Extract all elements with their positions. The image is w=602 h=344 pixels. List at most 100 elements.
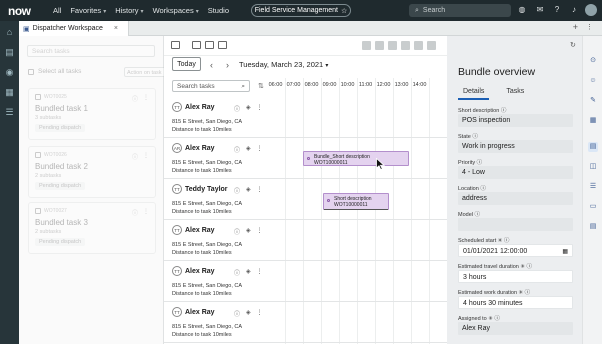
location-icon[interactable]: ◈ [246, 186, 251, 195]
tool-icon[interactable] [427, 41, 436, 50]
tab-details[interactable]: Details [458, 87, 490, 100]
info-icon[interactable]: ⓘ [234, 227, 240, 236]
menu-icon[interactable]: ⋮ [257, 104, 263, 113]
location-icon[interactable]: ◈ [246, 227, 251, 236]
menu-icon[interactable]: ⋮ [257, 227, 263, 236]
assigned-to-field[interactable]: Alex Ray [458, 322, 573, 335]
attachment-icon[interactable]: ✎ [588, 96, 598, 106]
list-icon[interactable]: ☰ [588, 182, 598, 192]
view-split-icon[interactable] [205, 41, 214, 49]
more-icon[interactable]: ⋮ [586, 23, 593, 31]
work-duration-field[interactable]: 4 hours 30 minutes [458, 296, 573, 309]
task-checkbox[interactable] [35, 152, 41, 158]
info-icon[interactable]: ⓘ [234, 145, 240, 154]
nav-all[interactable]: All [53, 6, 61, 15]
view-day-icon[interactable] [192, 41, 201, 49]
menu-icon[interactable]: ⋮ [143, 208, 149, 217]
now-logo[interactable]: now [8, 4, 44, 18]
info-icon[interactable]: ⓘ [234, 268, 240, 277]
technician-row[interactable]: TT Teddy Taylor ⓘ ◈ ⋮ 815 E Street, San Di… [164, 180, 447, 220]
toggle-sidebar-icon[interactable] [171, 41, 180, 49]
next-day-icon[interactable]: › [226, 60, 229, 70]
app-name-pill[interactable]: Field Service Management ☆ [251, 4, 351, 17]
map-icon[interactable]: ▦ [4, 87, 15, 98]
view-list-icon[interactable] [218, 41, 227, 49]
info-icon[interactable]: ⓘ [132, 94, 138, 103]
list-icon[interactable]: ☰ [4, 107, 15, 118]
info-icon[interactable]: ⓘ [234, 309, 240, 318]
info-icon[interactable]: ⓘ [132, 152, 138, 161]
technician-row[interactable]: TT Alex Ray ⓘ ◈ ⋮ 815 E Street, San Diego,… [164, 98, 447, 138]
inbox-icon[interactable]: ▤ [4, 47, 15, 58]
tasks-icon[interactable]: ▭ [588, 202, 598, 212]
tool-icon[interactable] [362, 41, 371, 50]
menu-icon[interactable]: ⋮ [143, 152, 149, 161]
tool-icon[interactable] [414, 41, 423, 50]
bundled-task-card[interactable]: WOT0026 ⓘ ⋮ Bundled task 2 2 subtasks Pen… [28, 146, 156, 198]
technician-row[interactable]: TT Alex Ray ⓘ ◈ ⋮ 815 E Street, San Diego,… [164, 262, 447, 302]
tool-icon[interactable] [388, 41, 397, 50]
dispatch-icon[interactable]: ◉ [4, 67, 15, 78]
info-icon[interactable]: ⓘ [234, 104, 240, 113]
technician-name[interactable]: Alex Ray [185, 145, 215, 152]
inventory-icon[interactable]: ◫ [588, 162, 598, 172]
location-icon[interactable]: ◈ [246, 104, 251, 113]
today-button[interactable]: Today [172, 57, 201, 71]
location-field[interactable]: address [458, 192, 573, 205]
short-description-field[interactable]: POS inspection [458, 114, 573, 127]
add-tab-icon[interactable]: + [573, 22, 578, 32]
nav-history[interactable]: History ▾ [115, 6, 143, 15]
task-checkbox[interactable] [35, 94, 41, 100]
calendar-icon[interactable]: ▦ [562, 248, 568, 255]
globe-icon[interactable]: ◍ [517, 5, 527, 15]
tool-icon[interactable] [401, 41, 410, 50]
task-appointment[interactable]: Short description WOT10000011 [323, 193, 389, 210]
notes-icon[interactable]: ▤ [588, 222, 598, 232]
priority-field[interactable]: 4 - Low [458, 166, 573, 179]
menu-icon[interactable]: ⋮ [257, 309, 263, 318]
bundled-task-card[interactable]: WOT0027 ⓘ ⋮ Bundled task 3 2 subtasks Pen… [28, 202, 156, 254]
technician-name[interactable]: Alex Ray [185, 268, 215, 275]
select-all-tasks[interactable]: Select all tasks [28, 68, 81, 75]
technician-row[interactable]: TT Alex Ray ⓘ ◈ ⋮ 815 E Street, San Diego,… [164, 303, 447, 343]
map-pin-icon[interactable]: ⊙ [588, 56, 598, 66]
details-icon[interactable]: ▤ [588, 142, 598, 152]
location-icon[interactable]: ◈ [246, 268, 251, 277]
menu-icon[interactable]: ⋮ [257, 268, 263, 277]
menu-icon[interactable]: ⋮ [257, 186, 263, 195]
select-all-checkbox[interactable] [28, 68, 34, 75]
tab-dispatcher-workspace[interactable]: ▣ Dispatcher Workspace × [19, 21, 129, 36]
tool-icon[interactable] [375, 41, 384, 50]
model-field[interactable] [458, 218, 573, 231]
task-search-input[interactable]: Search tasks [27, 45, 155, 57]
close-icon[interactable]: × [114, 25, 118, 32]
travel-duration-field[interactable]: 3 hours [458, 270, 573, 283]
location-icon[interactable]: ◈ [246, 309, 251, 318]
task-checkbox[interactable] [35, 208, 41, 214]
global-search[interactable]: ⌕ Search [409, 4, 511, 17]
bundled-task-card[interactable]: WOT0025 ⓘ ⋮ Bundled task 1 3 subtasks Pen… [28, 88, 156, 140]
star-icon[interactable]: ☆ [341, 7, 347, 15]
technician-name[interactable]: Alex Ray [185, 104, 215, 111]
prev-day-icon[interactable]: ‹ [210, 60, 213, 70]
refresh-icon[interactable]: ↻ [570, 41, 576, 49]
state-field[interactable]: Work in progress [458, 140, 573, 153]
scheduled-start-field[interactable]: 01/01/2021 12:00:00 ▦ [458, 244, 573, 257]
nav-studio[interactable]: Studio [208, 6, 229, 15]
home-icon[interactable]: ⌂ [4, 27, 15, 38]
technician-name[interactable]: Alex Ray [185, 227, 215, 234]
person-icon[interactable]: ☺ [588, 76, 598, 86]
nav-favorites[interactable]: Favorites ▾ [70, 6, 106, 15]
nav-workspaces[interactable]: Workspaces ▾ [153, 6, 199, 15]
chat-icon[interactable]: ✉ [535, 5, 545, 15]
user-avatar[interactable] [585, 4, 597, 16]
menu-icon[interactable]: ⋮ [257, 145, 263, 154]
task-action-dropdown[interactable]: Action on task [124, 67, 167, 77]
notifications-icon[interactable]: ♪ [569, 5, 579, 15]
info-icon[interactable]: ⓘ [132, 208, 138, 217]
technician-row[interactable]: TT Alex Ray ⓘ ◈ ⋮ 815 E Street, San Diego,… [164, 221, 447, 261]
menu-icon[interactable]: ⋮ [143, 94, 149, 103]
technician-name[interactable]: Alex Ray [185, 309, 215, 316]
info-icon[interactable]: ⓘ [234, 186, 240, 195]
date-picker[interactable]: Tuesday, March 23, 2021 ▾ [239, 60, 328, 69]
